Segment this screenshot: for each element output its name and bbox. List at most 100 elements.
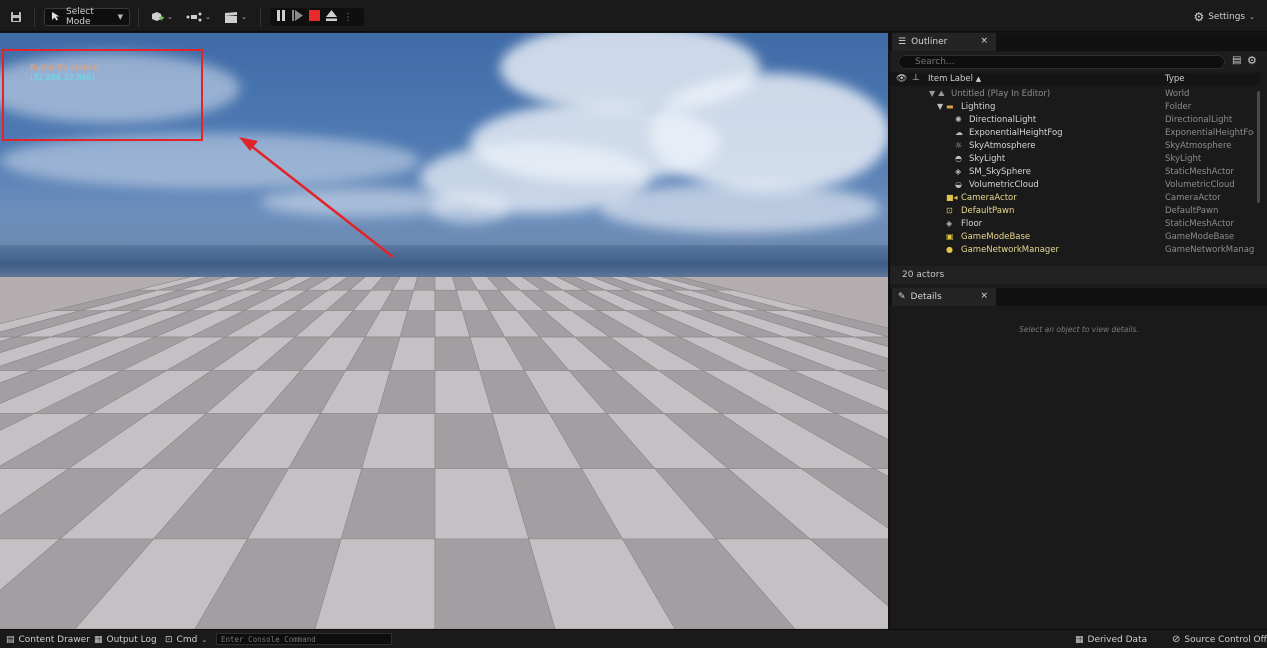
tree-row[interactable]: ◈ SM_SkySphere StaticMeshActor [890, 165, 1254, 178]
tree-row-label: VolumetricCloud [969, 179, 1039, 190]
tree-row-label: GameModeBase [961, 231, 1031, 242]
outliner-search-row: ⌕ ▤ ⚙ [890, 52, 1267, 72]
outliner-tree: ▼ ⛰ Untitled (Play In Editor) World ▼ ▬ … [890, 87, 1254, 263]
fog-icon: ☁ [955, 128, 963, 137]
tree-row[interactable]: ☁ ExponentialHeightFog ExponentialHeight… [890, 126, 1254, 139]
tree-row-type: CameraActor [1165, 192, 1221, 203]
details-empty-hint: Select an object to view details. [1019, 325, 1139, 334]
derived-data-icon: ▦ [1075, 634, 1084, 645]
tree-row[interactable]: ▼ ▬ Lighting Folder [890, 100, 1254, 113]
world-icon: ⛰ [938, 88, 945, 98]
actor-count: 20 actors [890, 266, 1267, 284]
expand-arrow-icon[interactable]: ▼ [937, 102, 943, 111]
tree-row-label: CameraActor [961, 192, 1017, 203]
tree-row-type: VolumetricCloud [1165, 179, 1235, 190]
toolbar-divider [138, 7, 139, 27]
tree-row[interactable]: ✺ DirectionalLight DirectionalLight [890, 113, 1254, 126]
console-command-input[interactable] [216, 633, 392, 645]
tree-row[interactable]: ● GameNetworkManager GameNetworkManager [890, 243, 1254, 256]
close-icon[interactable]: × [980, 36, 988, 46]
tab-outliner[interactable]: ☰ Outliner × [892, 33, 996, 51]
list-icon: ☰ [898, 37, 907, 47]
tree-row-type: GameNetworkManager [1165, 244, 1254, 255]
chevron-down-icon: ⌄ [205, 13, 211, 21]
cmd-label: Cmd [176, 634, 198, 645]
tab-details[interactable]: ✎ Details × [892, 288, 996, 306]
cinematics-button[interactable]: ⌄ [224, 8, 247, 26]
outliner-tab-label: Outliner [911, 37, 948, 47]
tree-row-type: SkyAtmosphere [1165, 140, 1232, 151]
status-bar: ▤ Content Drawer ▦ Output Log ⊡ Cmd ⌄ ▦ … [0, 629, 1267, 648]
tree-row-label: SkyLight [969, 153, 1006, 164]
eye-icon[interactable]: 👁 [896, 74, 907, 84]
gear-icon[interactable]: ⚙ [1247, 54, 1257, 67]
tree-row-label: GameNetworkManager [961, 244, 1060, 255]
close-icon[interactable]: × [980, 291, 988, 301]
terminal-icon: ⊡ [165, 634, 173, 645]
network-manager-icon: ● [946, 245, 953, 254]
cmd-dropdown[interactable]: ⊡ Cmd ⌄ [165, 633, 207, 646]
tree-row-type: StaticMeshActor [1165, 218, 1235, 229]
tree-row[interactable]: ◓ SkyLight SkyLight [890, 152, 1254, 165]
more-options-icon[interactable]: ⋮ [343, 12, 353, 23]
folder-icon: ▬ [946, 102, 954, 111]
source-control-button[interactable]: ⊘ Source Control Off [1172, 633, 1267, 646]
outliner-search-input[interactable] [898, 55, 1225, 69]
tree-row-label: SM_SkySphere [969, 166, 1031, 177]
details-tab-label: Details [910, 292, 942, 302]
chevron-down-icon: ⌄ [1249, 13, 1255, 21]
chevron-down-icon: ⌄ [201, 635, 208, 644]
expand-arrow-icon[interactable]: ▼ [929, 89, 935, 98]
tree-row-type: StaticMeshActor [1165, 166, 1235, 177]
pin-icon[interactable]: ⊥ [912, 73, 920, 83]
outliner-header: 👁 ⊥ Item Label ▲ Type [890, 73, 1260, 86]
eject-icon[interactable] [326, 10, 337, 24]
tree-row-label: DefaultPawn [961, 205, 1015, 216]
chevron-down-icon: ⌄ [241, 13, 247, 21]
toolbar-divider [260, 7, 261, 27]
output-log-button[interactable]: ▦ Output Log [94, 633, 157, 646]
tree-row-label: Untitled (Play In Editor) [951, 88, 1051, 99]
static-mesh-icon: ◈ [955, 167, 962, 176]
source-control-label: Source Control Off [1184, 634, 1267, 645]
tree-row[interactable]: ☼ SkyAtmosphere SkyAtmosphere [890, 139, 1254, 152]
blueprint-button[interactable]: ⌄ [186, 8, 211, 26]
level-viewport[interactable]: Button0's state 0 (32,896,32,896) [0, 33, 888, 629]
stop-icon[interactable] [309, 10, 320, 24]
tree-row[interactable]: ◈ Floor StaticMeshActor [890, 217, 1254, 230]
tree-row-type: DirectionalLight [1165, 114, 1233, 125]
add-actor-button[interactable]: ⌄ [150, 8, 173, 26]
tree-row-label: ExponentialHeightFog [969, 127, 1063, 138]
save-icon[interactable] [10, 8, 22, 26]
frame-skip-icon[interactable] [292, 10, 303, 24]
column-item-label[interactable]: Item Label ▲ [928, 74, 981, 84]
gear-icon: ⚙ [1193, 10, 1205, 24]
add-folder-icon[interactable]: ▤ [1232, 55, 1241, 66]
tree-row[interactable]: ◒ VolumetricCloud VolumetricCloud [890, 178, 1254, 191]
camera-icon: ■◂ [946, 193, 958, 202]
tree-row-type: GameModeBase [1165, 231, 1235, 242]
tree-row-type: DefaultPawn [1165, 205, 1219, 216]
game-mode-icon: ▣ [946, 232, 954, 241]
right-panels: ☰ Outliner × ⌕ ▤ ⚙ 👁 ⊥ Item Label ▲ Type… [889, 33, 1267, 629]
select-mode-dropdown[interactable]: Select Mode ▼ [44, 7, 130, 27]
tree-row[interactable]: ■◂ CameraActor CameraActor [890, 191, 1254, 204]
tree-row[interactable]: ▣ GameModeBase GameModeBase [890, 230, 1254, 243]
outliner-scrollbar[interactable] [1257, 91, 1260, 203]
column-type[interactable]: Type [1165, 74, 1185, 84]
content-drawer-button[interactable]: ▤ Content Drawer [6, 633, 90, 646]
tree-row[interactable]: ⊡ DefaultPawn DefaultPawn [890, 204, 1254, 217]
static-mesh-icon: ◈ [946, 219, 953, 228]
content-drawer-icon: ▤ [6, 634, 15, 645]
derived-data-button[interactable]: ▦ Derived Data [1075, 633, 1147, 646]
toolbar-divider [34, 7, 35, 27]
cursor-icon [51, 11, 61, 24]
red-arrow [239, 137, 394, 258]
tree-row[interactable]: ▼ ⛰ Untitled (Play In Editor) World [890, 87, 1254, 100]
settings-button[interactable]: ⚙ Settings ⌄ [1193, 8, 1255, 26]
chevron-down-icon: ▼ [117, 13, 123, 21]
derived-data-label: Derived Data [1087, 634, 1148, 645]
source-control-off-icon: ⊘ [1172, 634, 1181, 645]
tree-row-label: Lighting [961, 101, 996, 112]
pause-icon[interactable] [276, 10, 286, 24]
